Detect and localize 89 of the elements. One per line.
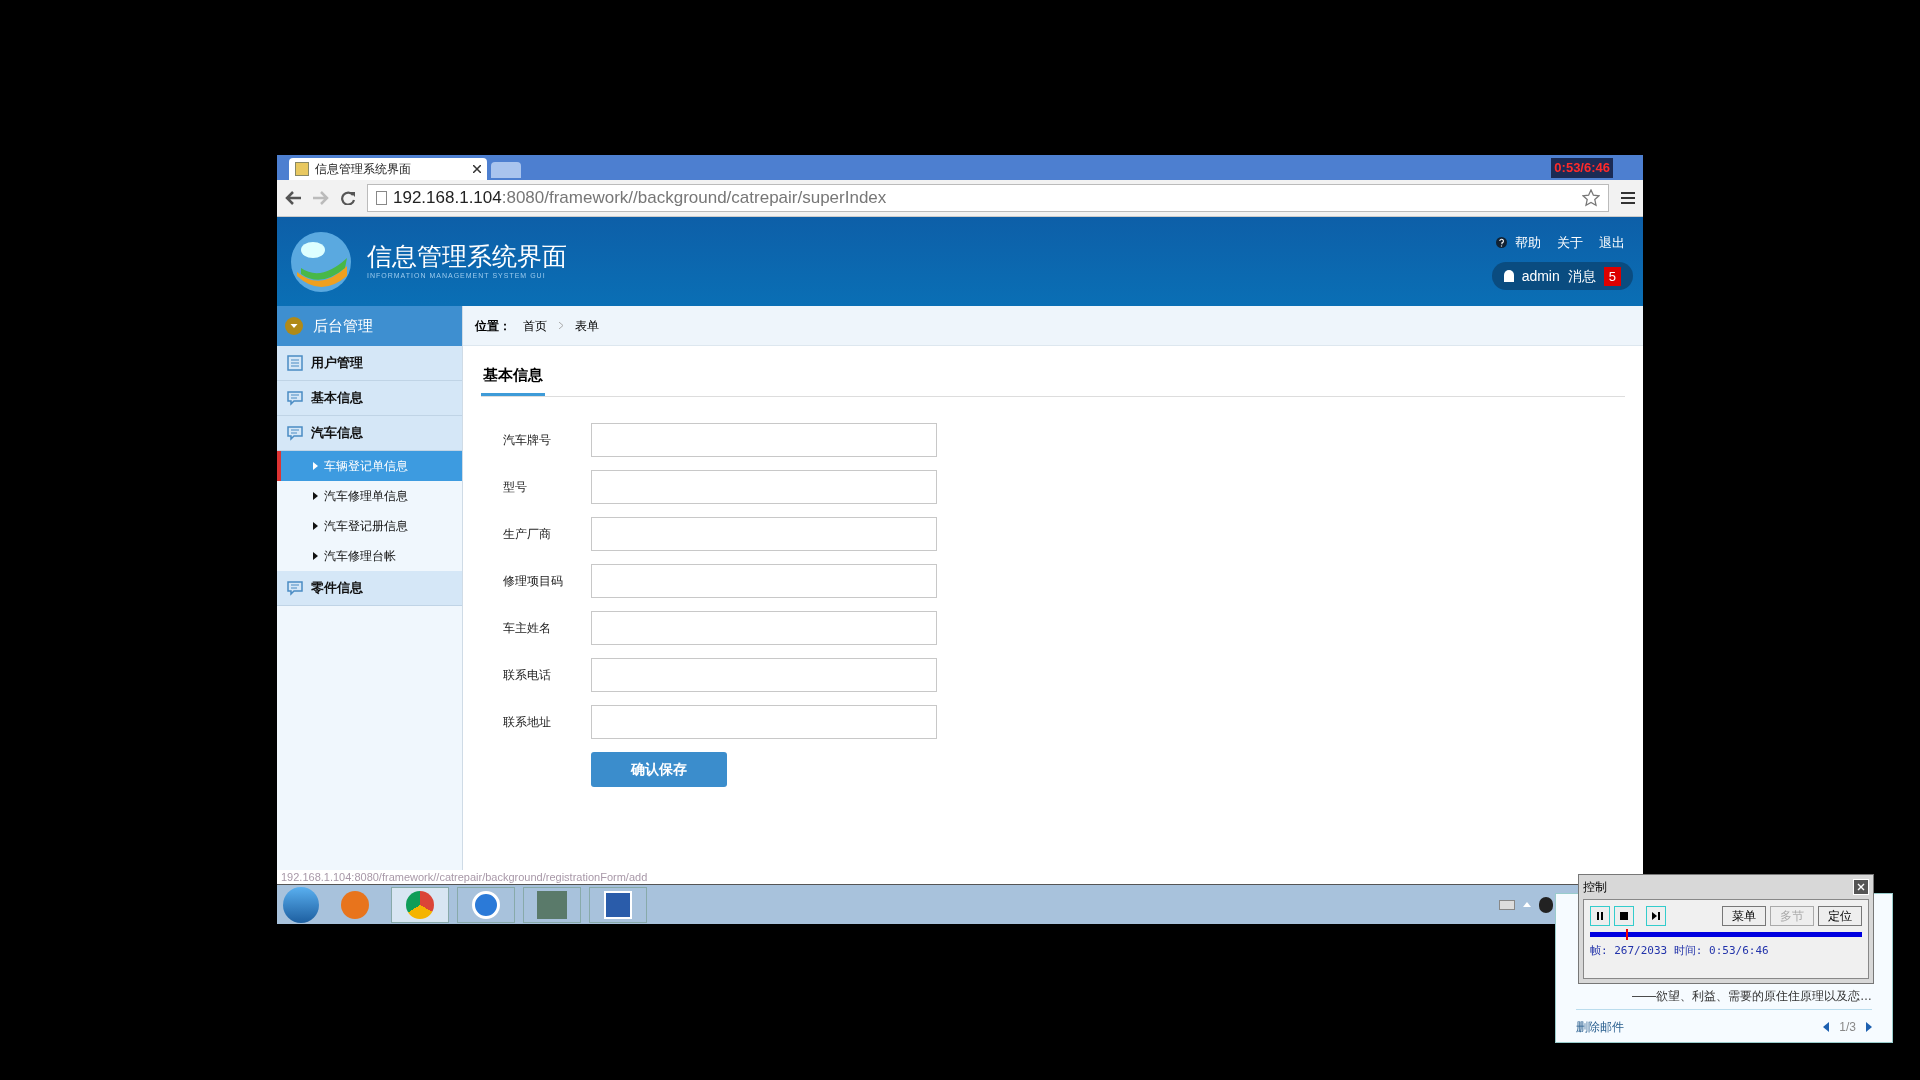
help-icon	[1496, 237, 1507, 248]
back-icon[interactable]	[285, 191, 301, 205]
page-counter: 1/3	[1839, 1019, 1856, 1036]
header-link[interactable]: 关于	[1557, 232, 1591, 253]
field-label: 修理项目码	[503, 572, 564, 590]
triangle-icon	[313, 552, 318, 560]
section-label: 汽车信息	[311, 424, 363, 443]
status-url: 192.168.1.104:8080/framework//catrepair/background/registrationForm/add	[281, 871, 648, 883]
section-label: 基本信息	[311, 389, 363, 408]
item-label: 车辆登记单信息	[324, 458, 408, 475]
sidebar-item[interactable]: 汽车修理台帐	[277, 541, 462, 571]
message-icon	[287, 390, 303, 406]
message-count-badge: 5	[1603, 266, 1621, 286]
field-label: 联系地址	[503, 713, 552, 731]
input-field[interactable]	[591, 610, 937, 645]
stop-button[interactable]	[1614, 906, 1634, 926]
fast-forward-button[interactable]	[1646, 906, 1666, 926]
section-label: 零件信息	[311, 579, 363, 598]
sidebar-section[interactable]: 零件信息	[277, 571, 462, 606]
playback-status: 帧: 267/2033 时间: 0:53/6:46	[1590, 943, 1770, 959]
field-label: 车主姓名	[503, 619, 552, 637]
menu-icon[interactable]	[1621, 191, 1635, 205]
address-field[interactable]: 192.168.1.104:8080/framework//background/catrepair/superIndex	[367, 184, 1609, 212]
image-app-icon[interactable]	[523, 886, 581, 923]
header-link[interactable]: 帮助	[1515, 232, 1549, 253]
user-icon	[1503, 270, 1514, 283]
qq-icon[interactable]	[1539, 896, 1553, 913]
reload-icon[interactable]	[341, 191, 355, 205]
breadcrumb-link[interactable]: 表单	[575, 316, 599, 335]
form-tab[interactable]: 基本信息	[481, 364, 545, 396]
notification-text: ——欲望、利益、需要的原住住原理以及恋…	[1576, 987, 1872, 1010]
input-field[interactable]	[591, 563, 937, 598]
page-icon	[295, 162, 309, 176]
list-icon	[287, 355, 303, 371]
username: admin	[1521, 266, 1560, 286]
triangle-icon	[313, 462, 318, 470]
close-button[interactable]	[1853, 879, 1869, 895]
triangle-icon	[313, 522, 318, 530]
browser-tab[interactable]: 信息管理系统界面	[289, 158, 487, 180]
progress-marker[interactable]	[1625, 929, 1628, 940]
field-label: 生产厂商	[503, 525, 552, 543]
keyboard-icon[interactable]	[1499, 899, 1515, 910]
item-label: 汽车修理台帐	[324, 548, 396, 565]
control-button[interactable]: 菜单	[1722, 906, 1766, 926]
message-icon	[287, 580, 303, 596]
message-icon	[287, 425, 303, 441]
input-field[interactable]	[591, 469, 937, 504]
breadcrumb-link[interactable]: 首页	[523, 316, 547, 335]
field-label: 型号	[503, 478, 528, 496]
previous-icon[interactable]	[1823, 1022, 1830, 1032]
input-field[interactable]	[591, 704, 937, 739]
next-icon[interactable]	[1866, 1022, 1872, 1032]
word-app-icon[interactable]	[589, 886, 647, 923]
input-field[interactable]	[591, 422, 937, 457]
url-text: 192.168.1.104:8080/framework//background/catrepair/superIndex	[393, 187, 888, 210]
window-title: 控制	[1583, 879, 1607, 896]
delete-mail-link[interactable]: 删除邮件	[1576, 1018, 1624, 1036]
app-title: 信息管理系统界面	[367, 241, 567, 272]
sidebar-item[interactable]: 汽车修理单信息	[277, 481, 462, 511]
close-icon[interactable]	[473, 165, 481, 173]
recording-timer: 0:53/6:46	[1551, 158, 1613, 178]
sogou-app-icon[interactable]	[457, 886, 515, 923]
triangle-icon	[313, 492, 318, 500]
sidebar-section[interactable]: 用户管理	[277, 346, 462, 381]
control-button[interactable]: 定位	[1818, 906, 1862, 926]
page-icon	[376, 191, 387, 205]
pause-button[interactable]	[1590, 906, 1610, 926]
star-icon[interactable]	[1582, 189, 1600, 207]
chevron-icon	[559, 322, 563, 329]
chrome-app-icon[interactable]	[391, 886, 449, 923]
sidebar-section[interactable]: 汽车信息	[277, 416, 462, 451]
messages-label[interactable]: 消息	[1567, 265, 1596, 287]
input-field[interactable]	[591, 516, 937, 551]
save-button[interactable]: 确认保存	[591, 751, 727, 787]
sidebar-title: 后台管理	[313, 315, 373, 336]
input-field[interactable]	[591, 657, 937, 692]
item-label: 汽车修理单信息	[324, 488, 408, 505]
section-label: 用户管理	[311, 354, 363, 373]
collapse-icon[interactable]	[285, 317, 303, 335]
field-label: 汽车牌号	[503, 431, 552, 449]
sidebar-section[interactable]: 基本信息	[277, 381, 462, 416]
tab-title: 信息管理系统界面	[315, 161, 412, 178]
sidebar-item[interactable]: 汽车登记册信息	[277, 511, 462, 541]
item-label: 汽车登记册信息	[324, 518, 408, 535]
breadcrumb-label: 位置：	[475, 317, 511, 335]
field-label: 联系电话	[503, 666, 552, 684]
start-button[interactable]	[283, 886, 319, 923]
header-link[interactable]: 退出	[1599, 232, 1633, 253]
tray-arrow-icon[interactable]	[1523, 902, 1531, 907]
